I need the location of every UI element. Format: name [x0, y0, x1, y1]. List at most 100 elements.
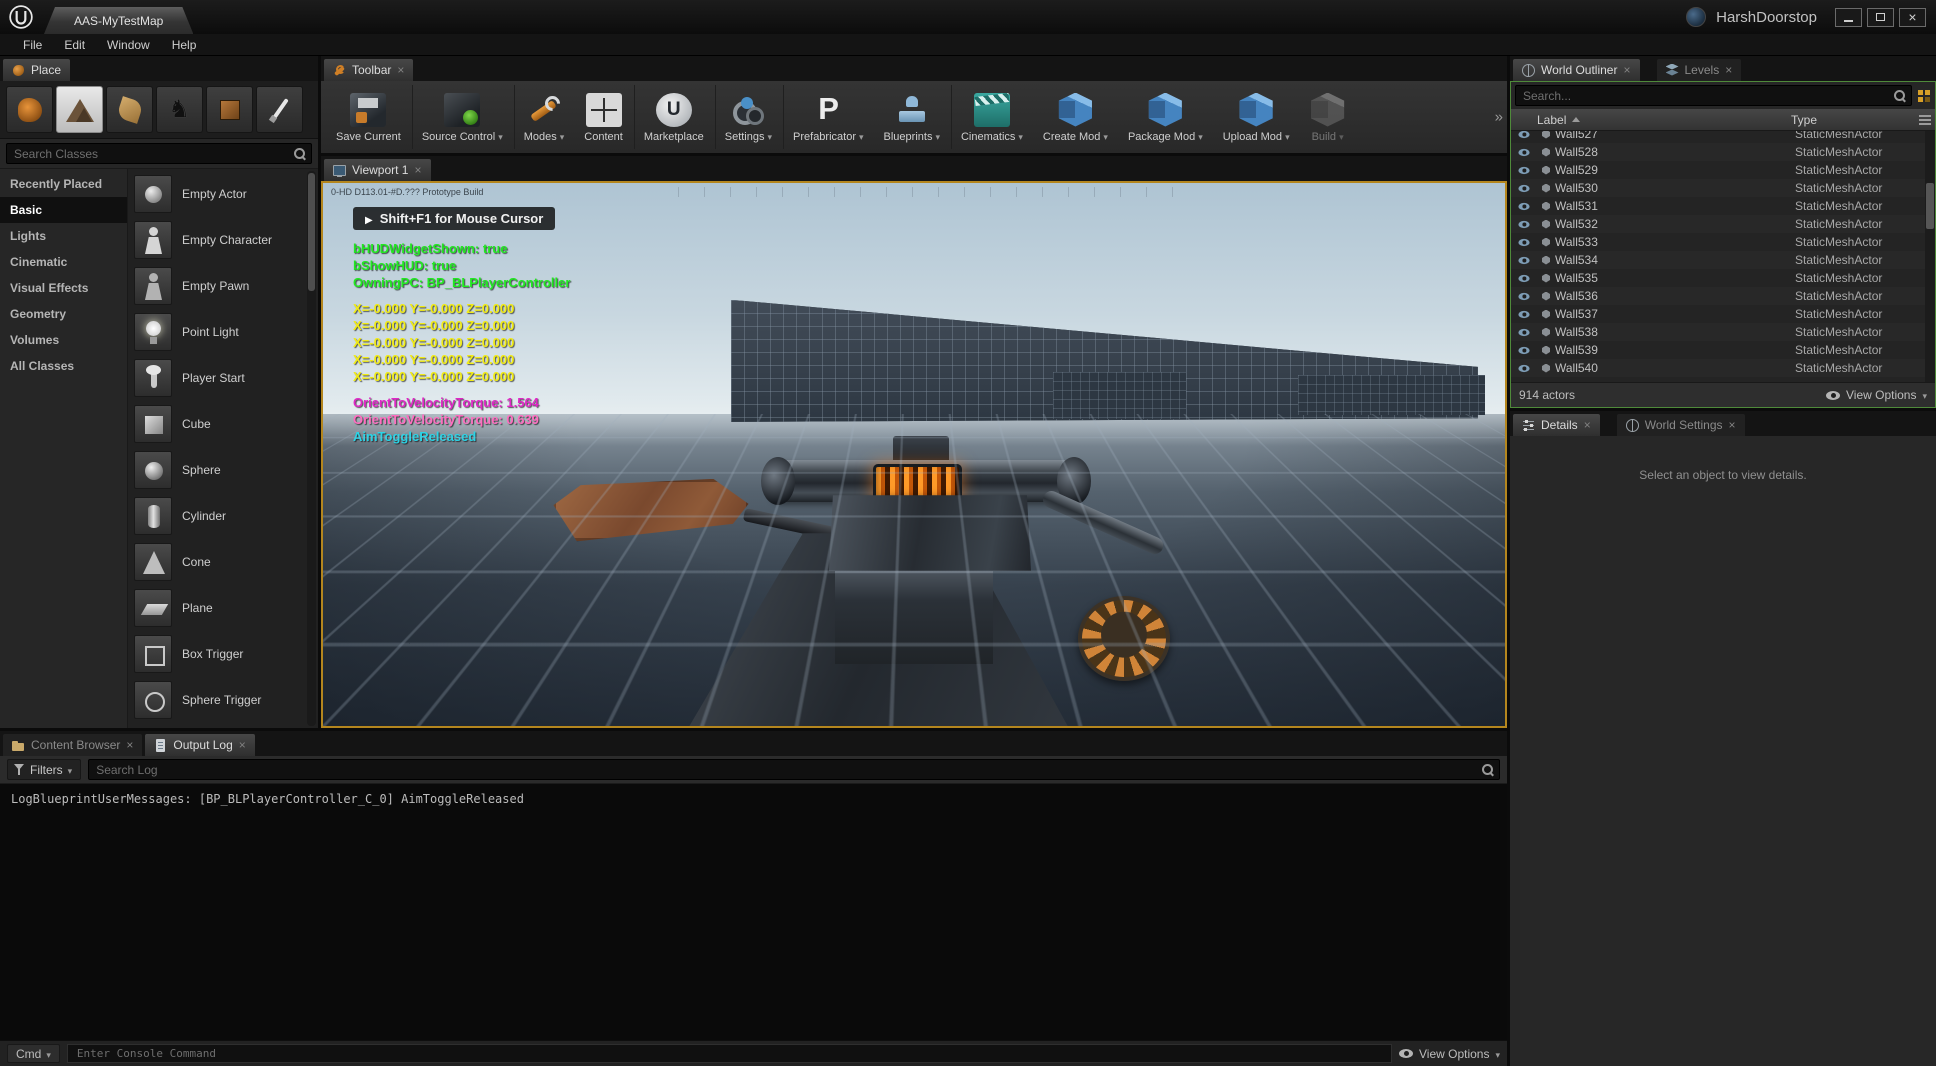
close-tab-icon[interactable]: [1725, 63, 1732, 77]
toolbar-button[interactable]: Build: [1301, 85, 1355, 149]
place-item[interactable]: Cube: [134, 401, 302, 447]
place-item[interactable]: Point Light: [134, 309, 302, 355]
toolbar-button[interactable]: Prefabricator: [783, 85, 873, 149]
toolbar-button[interactable]: Settings: [715, 85, 781, 149]
visibility-eye-icon[interactable]: [1511, 220, 1537, 229]
menu-item[interactable]: Edit: [53, 36, 96, 54]
outliner-row[interactable]: Wall533 StaticMeshActor: [1511, 233, 1935, 251]
close-tab-icon[interactable]: [1729, 418, 1736, 432]
place-category[interactable]: Lights: [0, 223, 127, 249]
saved-search-icon[interactable]: [1917, 89, 1931, 103]
editor-mode-tab[interactable]: [56, 86, 103, 133]
outliner-row[interactable]: Wall535 StaticMeshActor: [1511, 269, 1935, 287]
editor-mode-tab[interactable]: [6, 86, 53, 133]
level-document-tab[interactable]: AAS-MyTestMap: [44, 7, 193, 34]
toolbar-button[interactable]: Cinematics: [951, 85, 1032, 149]
tab-toolbar[interactable]: Toolbar: [324, 59, 413, 81]
menu-item[interactable]: Window: [96, 36, 161, 54]
outliner-row[interactable]: Wall529 StaticMeshActor: [1511, 161, 1935, 179]
cmd-dropdown[interactable]: Cmd: [7, 1044, 60, 1063]
toolbar-button[interactable]: Modes: [514, 85, 574, 149]
console-command-input[interactable]: [67, 1044, 1392, 1063]
outliner-row[interactable]: Wall528 StaticMeshActor: [1511, 143, 1935, 161]
outliner-search-input[interactable]: [1515, 85, 1912, 106]
visibility-eye-icon[interactable]: [1511, 346, 1537, 355]
visibility-eye-icon[interactable]: [1511, 256, 1537, 265]
unreal-engine-logo-icon[interactable]: [8, 4, 34, 30]
column-type[interactable]: Type: [1791, 113, 1919, 127]
place-category[interactable]: Basic: [0, 197, 127, 223]
visibility-eye-icon[interactable]: [1511, 292, 1537, 301]
place-category[interactable]: All Classes: [0, 353, 127, 379]
editor-mode-tab[interactable]: [206, 86, 253, 133]
visibility-eye-icon[interactable]: [1511, 238, 1537, 247]
place-category[interactable]: Recently Placed: [0, 171, 127, 197]
tab-place[interactable]: Place: [3, 59, 70, 81]
place-item[interactable]: Empty Actor: [134, 171, 302, 217]
tab-details[interactable]: Details: [1513, 414, 1600, 436]
place-scrollbar[interactable]: [307, 171, 316, 726]
visibility-eye-icon[interactable]: [1511, 166, 1537, 175]
toolbar-button[interactable]: Marketplace: [634, 85, 713, 149]
outliner-row[interactable]: Wall527 StaticMeshActor: [1511, 131, 1935, 143]
tab-world-settings[interactable]: World Settings: [1617, 414, 1745, 436]
outliner-row[interactable]: Wall536 StaticMeshActor: [1511, 287, 1935, 305]
place-category[interactable]: Volumes: [0, 327, 127, 353]
toolbar-button[interactable]: Create Mod: [1034, 85, 1117, 149]
place-item[interactable]: Empty Character: [134, 217, 302, 263]
place-item[interactable]: Player Start: [134, 355, 302, 401]
maximize-button[interactable]: [1867, 8, 1894, 27]
toolbar-button[interactable]: Upload Mod: [1214, 85, 1299, 149]
outliner-scrollbar-thumb[interactable]: [1926, 183, 1934, 229]
close-tab-icon[interactable]: [239, 738, 246, 752]
tab-viewport-1[interactable]: Viewport 1: [324, 159, 431, 181]
tab-levels[interactable]: Levels: [1657, 59, 1742, 81]
place-category[interactable]: Geometry: [0, 301, 127, 327]
toolbar-button[interactable]: Source Control: [412, 85, 512, 149]
toolbar-overflow-chevron[interactable]: [1495, 109, 1503, 126]
log-output-area[interactable]: LogBlueprintUserMessages: [BP_BLPlayerCo…: [0, 784, 1507, 1040]
tab-content-browser[interactable]: Content Browser: [3, 734, 142, 756]
outliner-row[interactable]: Wall540 StaticMeshActor: [1511, 359, 1935, 377]
outliner-row[interactable]: Wall532 StaticMeshActor: [1511, 215, 1935, 233]
log-filters-button[interactable]: Filters: [7, 759, 81, 780]
place-item[interactable]: Sphere: [134, 447, 302, 493]
outliner-view-options-button[interactable]: View Options: [1826, 388, 1927, 402]
close-tab-icon[interactable]: [1623, 63, 1630, 77]
editor-mode-tab[interactable]: [256, 86, 303, 133]
visibility-eye-icon[interactable]: [1511, 184, 1537, 193]
outliner-row[interactable]: Wall534 StaticMeshActor: [1511, 251, 1935, 269]
place-scrollbar-thumb[interactable]: [308, 173, 315, 291]
close-tab-icon[interactable]: [397, 63, 404, 77]
toolbar-button[interactable]: Package Mod: [1119, 85, 1212, 149]
visibility-eye-icon[interactable]: [1511, 202, 1537, 211]
minimize-button[interactable]: [1835, 8, 1862, 27]
place-category[interactable]: Cinematic: [0, 249, 127, 275]
outliner-scrollbar[interactable]: [1925, 131, 1935, 382]
column-settings-icon[interactable]: [1919, 115, 1931, 125]
tab-world-outliner[interactable]: World Outliner: [1513, 59, 1640, 81]
search-classes-input[interactable]: [6, 143, 312, 164]
outliner-row[interactable]: Wall530 StaticMeshActor: [1511, 179, 1935, 197]
close-tab-icon[interactable]: [414, 163, 421, 177]
outliner-row[interactable]: Wall538 StaticMeshActor: [1511, 323, 1935, 341]
toolbar-button[interactable]: Blueprints: [875, 85, 949, 149]
outliner-row[interactable]: Wall539 StaticMeshActor: [1511, 341, 1935, 359]
toolbar-button[interactable]: Content: [575, 85, 632, 149]
place-item[interactable]: Cone: [134, 539, 302, 585]
viewport-3d-scene[interactable]: 0-HD D113.01-#D.??? Prototype Build Shif…: [321, 181, 1507, 728]
visibility-eye-icon[interactable]: [1511, 274, 1537, 283]
close-button[interactable]: [1899, 8, 1926, 27]
outliner-row[interactable]: Wall537 StaticMeshActor: [1511, 305, 1935, 323]
editor-mode-tab[interactable]: [156, 86, 203, 133]
editor-mode-tab[interactable]: [106, 86, 153, 133]
toolbar-button[interactable]: Save Current: [327, 85, 410, 149]
visibility-eye-icon[interactable]: [1511, 328, 1537, 337]
visibility-eye-icon[interactable]: [1511, 148, 1537, 157]
tab-output-log[interactable]: Output Log: [145, 734, 254, 756]
menu-item[interactable]: File: [12, 36, 53, 54]
log-view-options-button[interactable]: View Options: [1399, 1047, 1500, 1061]
outliner-row[interactable]: Wall531 StaticMeshActor: [1511, 197, 1935, 215]
place-item[interactable]: Plane: [134, 585, 302, 631]
place-item[interactable]: Cylinder: [134, 493, 302, 539]
